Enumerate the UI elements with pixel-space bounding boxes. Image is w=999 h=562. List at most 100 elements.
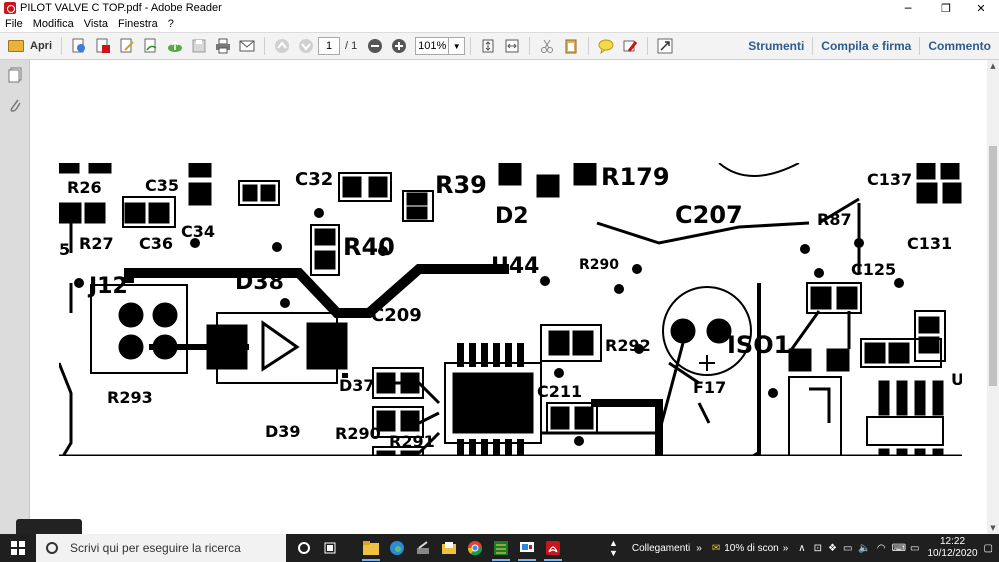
create-pdf-button[interactable] — [69, 36, 89, 56]
mail-icon[interactable]: ✉ — [712, 543, 720, 554]
title-bar: PILOT VALVE C TOP.pdf - Adobe Reader ─ ❐… — [0, 0, 999, 16]
dropbox-icon[interactable]: ❖ — [828, 543, 837, 554]
pcb-label: U — [951, 370, 962, 389]
acrobat-reader-icon — [546, 541, 560, 555]
menu-vista[interactable]: Vista — [79, 18, 113, 30]
pcb-label: R293 — [107, 388, 153, 407]
pcb-layout-drawing: R26 C35 R27 C36 C34 C32 R39 R40 D2 R179 … — [59, 163, 962, 456]
links-chevron-icon[interactable]: » — [696, 543, 702, 554]
tray-overflow-chevron-icon[interactable]: ▲ ▼ — [609, 538, 618, 558]
fit-width-button[interactable] — [502, 36, 522, 56]
system-clock[interactable]: 12:22 10/12/2020 — [921, 536, 983, 560]
menu-modifica[interactable]: Modifica — [28, 18, 79, 30]
paste-button[interactable] — [561, 36, 581, 56]
remote-desktop-icon — [520, 542, 534, 552]
print-button[interactable] — [213, 36, 233, 56]
cortana-button[interactable] — [292, 534, 316, 562]
menu-finestra[interactable]: Finestra — [113, 18, 163, 30]
save-button[interactable] — [189, 36, 209, 56]
taskbar-app-files[interactable] — [437, 534, 461, 562]
keyboard-icon[interactable]: ⌨ — [892, 543, 906, 554]
windows-logo-icon — [11, 541, 25, 555]
fit-width-icon — [505, 39, 519, 53]
taskbar-chrome[interactable] — [463, 534, 487, 562]
pcb-label: R39 — [435, 171, 487, 199]
pcb-label: F17 — [693, 378, 726, 397]
show-hidden-icons-icon[interactable]: ∧ — [798, 543, 805, 554]
taskbar-app-pen[interactable] — [411, 534, 435, 562]
open-label: Apri — [30, 40, 52, 52]
maximize-button[interactable]: ❐ — [928, 0, 964, 16]
start-button[interactable] — [0, 534, 36, 562]
pcb-label: D38 — [235, 270, 284, 295]
notification-center-icon[interactable]: ▢ — [984, 543, 993, 554]
pcb-label: R27 — [79, 234, 114, 253]
pcb-label: R87 — [817, 210, 852, 229]
page-thumbnails-icon[interactable] — [7, 67, 23, 83]
scrollbar-thumb[interactable] — [989, 146, 997, 386]
expand-button[interactable] — [655, 36, 675, 56]
pen-tablet-icon — [417, 541, 429, 554]
email-icon — [239, 40, 255, 52]
zoom-dropdown-button[interactable]: ▼ — [449, 37, 466, 55]
comment-link[interactable]: Commento — [919, 37, 999, 55]
open-button[interactable]: Apri — [4, 40, 56, 52]
pcb-label: J12 — [87, 274, 128, 299]
usb-device-icon[interactable]: ⊡ — [814, 543, 822, 554]
edge-browser-icon — [390, 541, 404, 555]
menu-help[interactable]: ? — [163, 18, 179, 30]
document-viewport[interactable]: R26 C35 R27 C36 C34 C32 R39 R40 D2 R179 … — [31, 60, 987, 534]
menu-file[interactable]: File — [0, 18, 28, 30]
taskbar-remote-app[interactable] — [515, 534, 539, 562]
sign-button[interactable] — [141, 36, 161, 56]
minimize-button[interactable]: ─ — [890, 0, 926, 16]
next-page-button[interactable] — [296, 36, 316, 56]
attachments-icon[interactable] — [7, 97, 23, 113]
zoom-level-input[interactable]: 101% — [415, 37, 450, 55]
pcb-label: C209 — [371, 305, 422, 326]
edit-pdf-button[interactable] — [117, 36, 137, 56]
wifi-icon[interactable]: ◠ — [877, 543, 886, 554]
printer-icon — [216, 38, 230, 54]
taskbar-pcb-app[interactable] — [489, 534, 513, 562]
toolbar-separator — [470, 37, 472, 55]
page-number-input[interactable]: 1 — [318, 37, 340, 55]
right-panel-links: Strumenti Compila e firma Commento — [740, 33, 999, 59]
pcb-label: R179 — [601, 163, 670, 191]
pcb-label: C35 — [145, 176, 179, 195]
cut-button[interactable] — [537, 36, 557, 56]
taskbar-edge[interactable] — [385, 534, 409, 562]
scan-notice[interactable]: 10% di scon — [724, 543, 778, 554]
scroll-up-icon[interactable]: ▲ — [987, 60, 999, 72]
pcb-label: C211 — [537, 382, 582, 401]
floating-toolbar-tab[interactable] — [16, 519, 82, 534]
upload-cloud-button[interactable] — [165, 36, 185, 56]
highlighter-icon — [623, 40, 638, 52]
comment-button[interactable] — [596, 36, 616, 56]
links-toolbar-label[interactable]: Collegamenti — [632, 543, 690, 554]
vertical-scrollbar[interactable]: ▲ ▼ — [987, 60, 999, 534]
email-button[interactable] — [237, 36, 257, 56]
battery-icon[interactable]: ▭ — [910, 543, 919, 554]
volume-icon[interactable]: 🔈 — [858, 543, 870, 554]
tools-link[interactable]: Strumenti — [740, 37, 812, 55]
previous-page-button[interactable] — [272, 36, 292, 56]
arrow-up-icon — [275, 39, 289, 53]
scan-chevron-icon[interactable]: » — [783, 543, 789, 554]
taskbar-adobe-reader[interactable] — [541, 534, 565, 562]
network-drive-icon[interactable]: ▭ — [843, 543, 852, 554]
zoom-in-icon — [392, 39, 407, 53]
export-pdf-button[interactable] — [93, 36, 113, 56]
task-view-button[interactable] — [318, 534, 342, 562]
zoom-in-button[interactable] — [389, 36, 409, 56]
highlight-button[interactable] — [620, 36, 640, 56]
scroll-down-icon[interactable]: ▼ — [987, 522, 999, 534]
fit-page-button[interactable] — [478, 36, 498, 56]
close-button[interactable]: ✕ — [963, 0, 999, 16]
pcb-label: C34 — [181, 222, 215, 241]
pcb-label: C137 — [867, 170, 912, 189]
taskbar-file-explorer[interactable] — [359, 534, 383, 562]
zoom-out-button[interactable] — [365, 36, 385, 56]
fill-sign-link[interactable]: Compila e firma — [812, 37, 919, 55]
taskbar-search-input[interactable]: Scrivi qui per eseguire la ricerca — [36, 534, 286, 562]
